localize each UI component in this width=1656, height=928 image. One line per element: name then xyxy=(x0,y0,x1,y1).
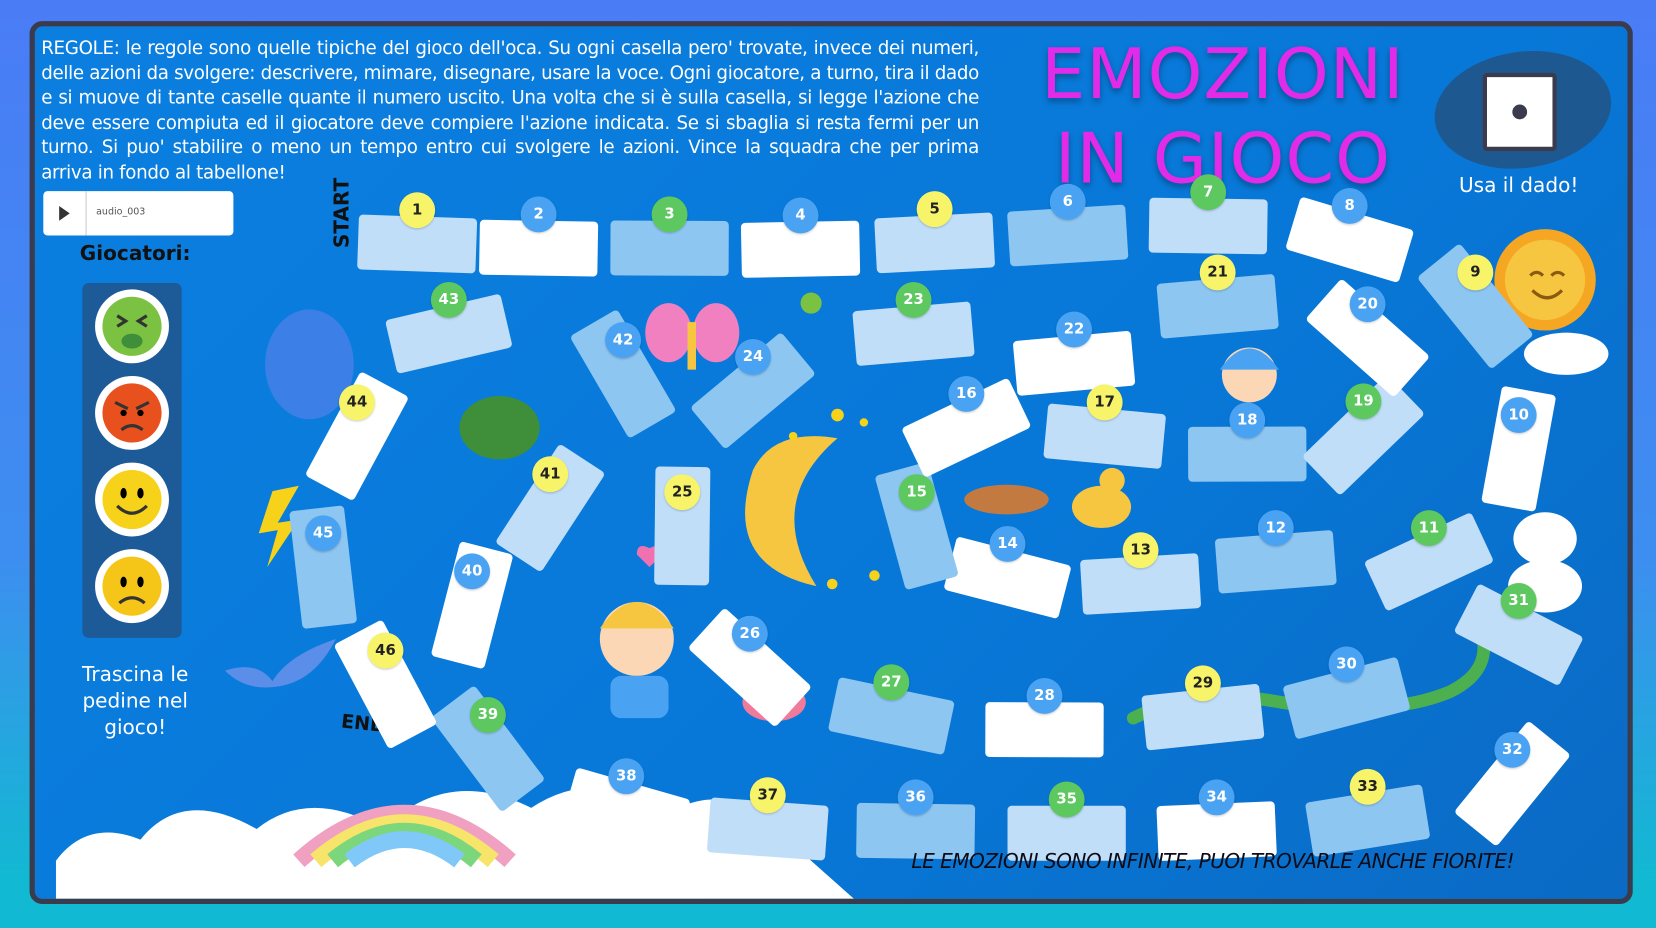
square-number: 2 xyxy=(520,196,557,233)
square-number: 9 xyxy=(1457,254,1494,291)
square-number: 15 xyxy=(898,474,935,511)
square-number: 22 xyxy=(1056,311,1093,348)
pawn-frowning[interactable] xyxy=(95,549,169,624)
square-number: 44 xyxy=(339,384,375,421)
square-number: 39 xyxy=(469,697,506,733)
play-icon xyxy=(59,205,70,221)
square-number: 29 xyxy=(1184,665,1221,702)
pawn-angry[interactable] xyxy=(95,375,169,450)
smiling-face-icon xyxy=(102,469,162,530)
game-stage: REGOLE: le regole sono quelle tipiche de… xyxy=(0,0,1656,928)
square-number: 37 xyxy=(749,777,786,814)
square-number: 26 xyxy=(731,615,768,652)
square-number: 36 xyxy=(897,779,934,816)
pawn-nauseated[interactable] xyxy=(95,289,169,364)
square-number: 24 xyxy=(735,339,771,375)
slogan: LE EMOZIONI SONO INFINITE, PUOI TROVARLE… xyxy=(911,850,1515,874)
angry-face-icon xyxy=(102,383,162,443)
game-title: EMOZIONI IN GIOCO xyxy=(1038,33,1408,202)
square-number: 43 xyxy=(430,281,467,318)
square-number: 35 xyxy=(1048,781,1085,818)
frowning-face-icon xyxy=(102,556,162,616)
square-number: 7 xyxy=(1190,174,1227,211)
square-number: 8 xyxy=(1331,187,1368,224)
square-number: 10 xyxy=(1500,397,1537,434)
square-number: 19 xyxy=(1345,383,1382,420)
square-number: 38 xyxy=(608,758,645,795)
square-number: 40 xyxy=(454,553,491,590)
square-number: 12 xyxy=(1257,510,1294,547)
dice-pip xyxy=(1512,104,1528,120)
rules-text: REGOLE: le regole sono quelle tipiche de… xyxy=(41,38,980,184)
nauseated-face-icon xyxy=(102,296,162,356)
audio-name: audio_003 xyxy=(96,206,146,218)
sheep-icon xyxy=(1513,512,1577,566)
square-number: 16 xyxy=(948,375,985,412)
square-number: 23 xyxy=(895,281,932,318)
square-number: 5 xyxy=(916,191,953,228)
start-label: START xyxy=(330,177,354,249)
square-number: 31 xyxy=(1500,582,1537,619)
square-number: 34 xyxy=(1198,779,1235,816)
players-label: Giocatori: xyxy=(79,241,191,266)
pawn-smiling[interactable] xyxy=(95,462,169,537)
square-number: 46 xyxy=(367,632,404,669)
square-number: 21 xyxy=(1199,254,1236,291)
square-number: 20 xyxy=(1349,286,1386,323)
square-number: 41 xyxy=(532,456,569,493)
girl-icon xyxy=(1219,347,1279,403)
square-number: 30 xyxy=(1328,646,1365,683)
square-number: 11 xyxy=(1410,510,1447,547)
square-number: 27 xyxy=(873,664,910,701)
dice-button[interactable] xyxy=(1482,72,1557,152)
title-line-1: EMOZIONI xyxy=(1041,33,1405,116)
square-number: 4 xyxy=(782,197,819,234)
snail-icon xyxy=(800,292,822,314)
duck-icon xyxy=(964,467,1132,529)
dice-label: Usa il dado! xyxy=(1458,174,1579,198)
square-number: 33 xyxy=(1349,768,1386,805)
square-number: 17 xyxy=(1086,384,1123,421)
drag-hint: Trascina le pedine nel gioco! xyxy=(82,663,189,740)
square-number: 3 xyxy=(651,196,688,233)
child-icon xyxy=(599,601,674,719)
square-number: 25 xyxy=(664,474,701,511)
turtle-icon xyxy=(459,396,540,460)
players-panel xyxy=(82,283,182,638)
square-number: 18 xyxy=(1229,402,1266,439)
butterfly-icon xyxy=(645,303,740,370)
square-number: 6 xyxy=(1049,183,1086,220)
moon-icon xyxy=(745,436,838,587)
square-number: 28 xyxy=(1026,678,1063,714)
square-number: 32 xyxy=(1494,731,1531,768)
play-button[interactable] xyxy=(43,191,87,236)
square-number: 1 xyxy=(399,192,436,229)
game-board: REGOLE: le regole sono quelle tipiche de… xyxy=(29,21,1633,905)
audio-player[interactable]: audio_003 xyxy=(43,191,234,236)
square-number: 13 xyxy=(1122,532,1159,569)
square-number: 14 xyxy=(989,525,1026,562)
square-number: 45 xyxy=(305,515,342,552)
square-number: 42 xyxy=(605,322,642,359)
bat-icon xyxy=(224,638,336,688)
